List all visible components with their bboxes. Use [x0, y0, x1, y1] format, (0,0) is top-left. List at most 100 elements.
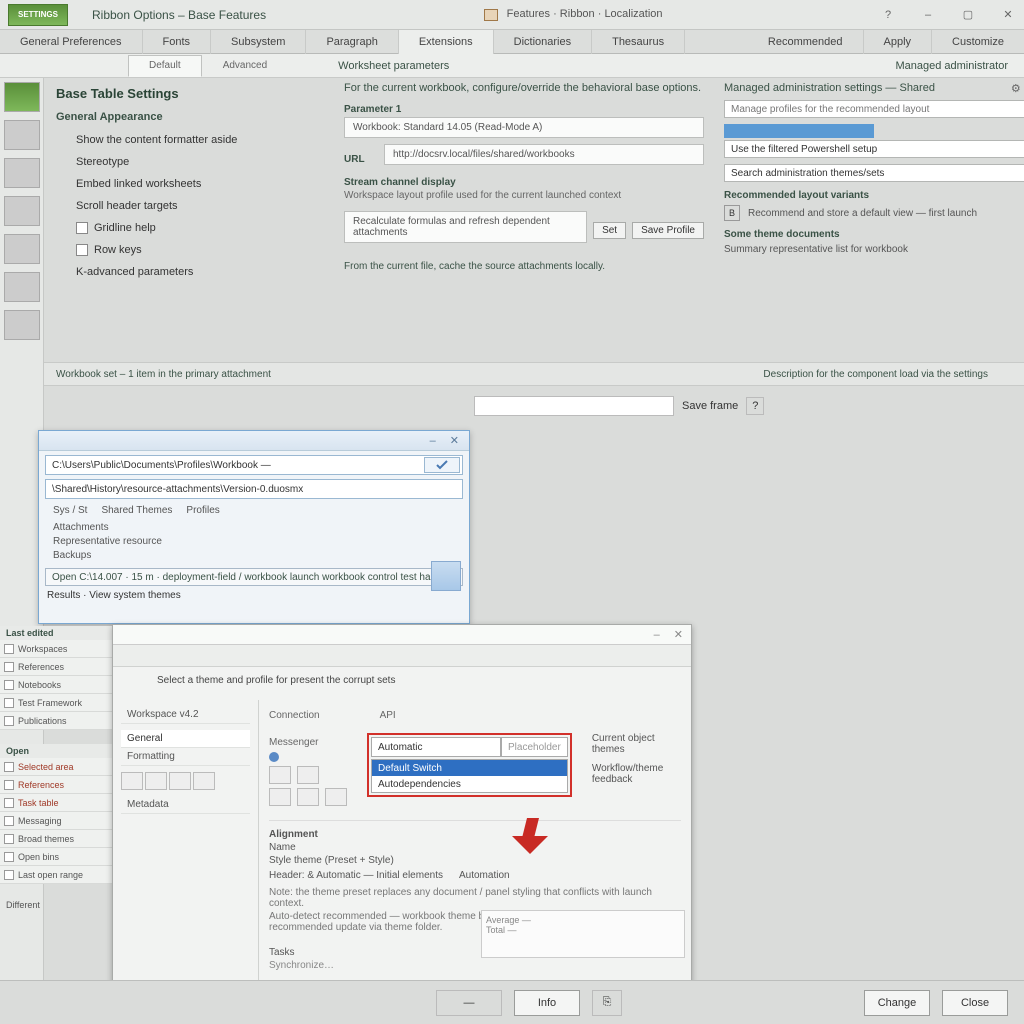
explorer-item-resource[interactable]: Representative resource [53, 534, 455, 548]
explorer-tab-shared[interactable]: Shared Themes [101, 505, 172, 516]
thumb-6[interactable] [4, 272, 40, 302]
chip-b[interactable]: B [724, 205, 740, 221]
leftlist-messaging[interactable]: Messaging [0, 812, 112, 830]
link-workflow-feedback[interactable]: Workflow/theme feedback [592, 763, 681, 785]
leftlist-selected-area[interactable]: Selected area [0, 758, 112, 776]
tab-extensions[interactable]: Extensions [399, 30, 494, 54]
grid-chip-5[interactable] [325, 788, 347, 806]
leftlist-broad-themes[interactable]: Broad themes [0, 830, 112, 848]
tab-paragraph[interactable]: Paragraph [306, 30, 398, 54]
grid-chip-3[interactable] [269, 788, 291, 806]
input-url[interactable]: http://docsrv.local/files/shared/workboo… [384, 144, 704, 165]
close-icon[interactable]: ✕ [1000, 7, 1016, 23]
grid-chip-4[interactable] [297, 788, 319, 806]
document-icon[interactable] [431, 561, 461, 591]
leftlist-testframework[interactable]: Test Framework [0, 694, 112, 712]
subtab-default[interactable]: Default [128, 55, 202, 77]
infobar-input[interactable] [474, 396, 674, 416]
grid-chip-2[interactable] [297, 766, 319, 784]
leftlist-references-2[interactable]: References [0, 776, 112, 794]
titlebar: SETTINGS Ribbon Options – Base Features … [0, 0, 1024, 30]
dlg-tab-formatting[interactable]: Formatting [121, 748, 250, 766]
dlg-tab-general[interactable]: General [121, 730, 250, 748]
explorer-item-attachments[interactable]: Attachments [53, 520, 455, 534]
minimize-icon[interactable]: – [920, 7, 936, 23]
tab-subsystem[interactable]: Subsystem [211, 30, 306, 54]
save-frame-button[interactable]: Save frame [682, 400, 738, 412]
tab-customize[interactable]: Customize [932, 30, 1024, 54]
style-chip-1[interactable] [121, 772, 143, 790]
dropdown-theme[interactable]: Automatic [371, 737, 501, 757]
tab-general[interactable]: General Preferences [0, 30, 143, 54]
footer-btn-info[interactable]: Info [514, 990, 580, 1016]
tab-dictionaries[interactable]: Dictionaries [494, 30, 592, 54]
leftlist-task-table[interactable]: Task table [0, 794, 112, 812]
thumb-7[interactable] [4, 310, 40, 340]
leftlist-notebooks[interactable]: Notebooks [0, 676, 112, 694]
label-url: URL [344, 154, 378, 165]
tab-manage-profiles[interactable]: Manage profiles for the recommended layo… [724, 100, 1024, 118]
input-recalc[interactable]: Recalculate formulas and refresh depende… [344, 211, 587, 243]
footer-btn-blank[interactable]: — [436, 990, 502, 1016]
dialog-section-alignment: Alignment Name Style theme (Preset + Sty… [269, 820, 681, 998]
explorer-tab-sys[interactable]: Sys / St [53, 505, 87, 516]
leftlist-last-open[interactable]: Last open range [0, 866, 112, 884]
explorer-address-2[interactable]: \Shared\History\resource-attachments\Ver… [45, 479, 463, 499]
dropdown-option-selected[interactable]: Default Switch [372, 760, 567, 776]
maximize-icon[interactable]: ▢ [960, 7, 976, 23]
tab-fonts[interactable]: Fonts [143, 30, 212, 54]
thumb-2[interactable] [4, 120, 40, 150]
leftlist-workspaces[interactable]: Workspaces [0, 640, 112, 658]
tab-recommended[interactable]: Recommended [748, 30, 864, 54]
input-workbook[interactable]: Workbook: Standard 14.05 (Read-Mode A) [344, 117, 704, 138]
dlg-tab-workspace[interactable]: Workspace v4.2 [121, 706, 250, 724]
dialog-min-icon[interactable]: – [654, 629, 660, 641]
gear-icon[interactable]: ⚙ [1011, 82, 1021, 95]
grid-chip-1[interactable] [269, 766, 291, 784]
thumb-4[interactable] [4, 196, 40, 226]
explorer-minimize-icon[interactable]: – [430, 435, 436, 447]
dropdown-option-2[interactable]: Autodependencies [372, 776, 567, 792]
book-icon [484, 9, 498, 21]
save-profile-button[interactable]: Save Profile [632, 222, 704, 239]
dialog-close-icon[interactable]: ✕ [674, 628, 683, 641]
checkbox-icon[interactable] [76, 244, 88, 256]
dropdown-placeholder[interactable]: Placeholder [501, 737, 568, 757]
thumb-active[interactable] [4, 82, 40, 112]
explorer-close-icon[interactable]: ✕ [450, 434, 459, 447]
infobar-help-icon[interactable]: ? [746, 397, 764, 415]
dlg-rtab-api[interactable]: API [380, 710, 396, 721]
style-chip-4[interactable] [193, 772, 215, 790]
style-chip-2[interactable] [145, 772, 167, 790]
footer-btn-change[interactable]: Change [864, 990, 930, 1016]
explorer-open-path[interactable]: Open C:\14.007 · 15 m · deployment-field… [45, 568, 463, 586]
dialog-titlebar[interactable]: – ✕ [113, 625, 691, 645]
style-chip-3[interactable] [169, 772, 191, 790]
explorer-item-backups[interactable]: Backups [53, 548, 455, 562]
thumb-3[interactable] [4, 158, 40, 188]
link-current-themes[interactable]: Current object themes [592, 733, 681, 755]
dialog-searchbar[interactable] [113, 645, 691, 667]
dlg-rtab-connection[interactable]: Connection [269, 710, 320, 721]
dlg-tab-metadata[interactable]: Metadata [121, 796, 250, 814]
input-search-admin[interactable]: Search administration themes/sets [724, 164, 1024, 182]
subtab-advanced[interactable]: Advanced [202, 55, 288, 77]
input-filtered[interactable]: Use the filtered Powershell setup [724, 140, 1024, 158]
help-icon[interactable]: ? [880, 7, 896, 23]
radio-icon[interactable] [269, 752, 279, 762]
footer-copy-icon[interactable]: ⎘ [592, 990, 622, 1016]
footer-btn-close[interactable]: Close [942, 990, 1008, 1016]
explorer-tab-profiles[interactable]: Profiles [186, 505, 219, 516]
checkbox-icon[interactable] [76, 222, 88, 234]
thumb-5[interactable] [4, 234, 40, 264]
set-button[interactable]: Set [593, 222, 626, 239]
explorer-address-1[interactable]: C:\Users\Public\Documents\Profiles\Workb… [45, 455, 463, 475]
tab-thesaurus[interactable]: Thesaurus [592, 30, 685, 54]
tab-apply[interactable]: Apply [864, 30, 933, 54]
leftlist-publications[interactable]: Publications [0, 712, 112, 730]
leftlist-open-bins[interactable]: Open bins [0, 848, 112, 866]
explorer-titlebar[interactable]: – ✕ [39, 431, 469, 451]
subtitle-text: Features · Ribbon · Localization [507, 8, 663, 20]
leftlist-references[interactable]: References [0, 658, 112, 676]
explorer-go-icon[interactable] [424, 457, 460, 473]
